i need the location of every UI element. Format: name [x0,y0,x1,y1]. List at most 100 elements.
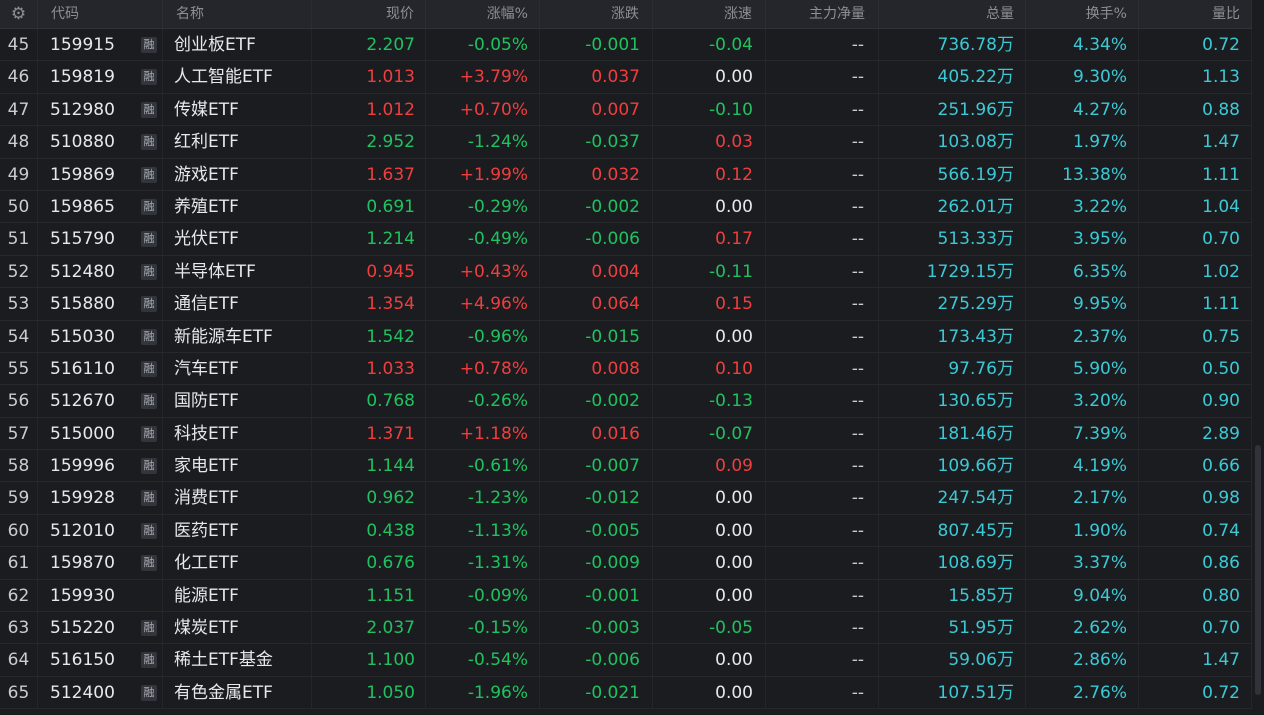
security-name: 游戏ETF [163,158,312,191]
table-row[interactable]: 57 515000 科技ETF 1.371 +1.18% 0.016 -0.07 -- 181.… [0,417,1252,451]
main-net-flow: -- [766,547,879,580]
change-percent: -1.23% [426,482,540,515]
total-volume: 513.33万 [879,223,1026,256]
turnover-percent: 9.04% [1026,579,1139,612]
security-name: 创业板ETF [163,29,312,61]
row-index: 65 [0,676,38,709]
turnover-percent: 2.37% [1026,320,1139,353]
table-row[interactable]: 48 510880 红利ETF 2.952 -1.24% -0.037 0.03 -- 103.… [0,126,1252,159]
row-index: 64 [0,644,38,677]
change-speed: 0.00 [653,482,766,515]
volume-ratio: 0.72 [1139,29,1252,61]
price-change: -0.015 [540,320,653,353]
security-name: 有色金属ETF [163,676,312,709]
margin-trading-badge: 融 [141,69,157,86]
table-row[interactable]: 60 512010 医药ETF 0.438 -1.13% -0.005 0.00 -- 807.… [0,514,1252,548]
column-header-volume[interactable]: 总量 [879,0,1026,28]
table-row[interactable]: 64 516150 稀土ETF基金 1.100 -0.54% -0.006 0.00 -- 59… [0,644,1252,677]
row-index: 56 [0,385,38,418]
security-code: 159930 [38,579,163,612]
change-percent: +0.43% [426,255,540,288]
table-row[interactable]: 49 159869 游戏ETF 1.637 +1.99% 0.032 0.12 -- 566.1… [0,158,1252,191]
margin-trading-badge: 融 [141,37,157,53]
row-index: 62 [0,579,38,612]
total-volume: 405.22万 [879,61,1026,94]
total-volume: 262.01万 [879,190,1026,223]
table-row[interactable]: 46 159819 人工智能ETF 1.013 +3.79% 0.037 0.00 -- 405… [0,61,1252,94]
margin-trading-badge: 融 [141,555,157,572]
change-speed: -0.10 [653,93,766,126]
main-net-flow: -- [766,61,879,94]
table-row[interactable]: 54 515030 新能源车ETF 1.542 -0.96% -0.015 0.00 -- 17… [0,320,1252,353]
table-row[interactable]: 59 159928 消费ETF 0.962 -1.23% -0.012 0.00 -- 247.… [0,482,1252,515]
vertical-scrollbar[interactable] [1252,0,1264,715]
security-name: 半导体ETF [163,255,312,288]
current-price: 0.945 [312,255,426,288]
volume-ratio: 1.11 [1139,288,1252,321]
main-net-flow: -- [766,158,879,191]
table-row[interactable]: 63 515220 煤炭ETF 2.037 -0.15% -0.003 -0.05 -- 51.… [0,612,1252,645]
main-net-flow: -- [766,417,879,450]
main-net-flow: -- [766,320,879,353]
volume-ratio: 1.47 [1139,126,1252,159]
security-name: 养殖ETF [163,190,312,223]
column-header-main-net-flow[interactable]: 主力净量 [766,0,879,28]
change-speed: 0.09 [653,450,766,483]
change-percent: -0.54% [426,644,540,677]
gear-icon[interactable]: ⚙ [0,0,38,28]
table-row[interactable]: 45 159915 创业板ETF 2.207 -0.05% -0.001 -0.04 -- 73… [0,29,1252,62]
column-header-speed[interactable]: 涨速 [653,0,766,28]
column-header-volume-ratio[interactable]: 量比 [1139,0,1252,28]
change-percent: -0.26% [426,385,540,418]
table-row[interactable]: 53 515880 通信ETF 1.354 +4.96% 0.064 0.15 -- 275.2… [0,288,1252,321]
margin-trading-badge: 融 [141,522,157,539]
table-row[interactable]: 56 512670 国防ETF 0.768 -0.26% -0.002 -0.13 -- 130… [0,385,1252,418]
column-header-name[interactable]: 名称 [163,0,312,28]
turnover-percent: 3.95% [1026,223,1139,256]
change-speed: -0.13 [653,385,766,418]
table-row[interactable]: 65 512400 有色金属ETF 1.050 -1.96% -0.021 0.00 -- 10… [0,676,1252,710]
total-volume: 109.66万 [879,450,1026,483]
table-row[interactable]: 47 512980 传媒ETF 1.012 +0.70% 0.007 -0.10 -- 251.… [0,93,1252,127]
column-header-change-pct[interactable]: 涨幅% [426,0,540,28]
margin-trading-badge: 融 [141,393,157,410]
table-row[interactable]: 50 159865 养殖ETF 0.691 -0.29% -0.002 0.00 -- 262.… [0,190,1252,224]
volume-ratio: 0.88 [1139,93,1252,126]
change-percent: -0.29% [426,190,540,223]
change-speed: 0.03 [653,126,766,159]
main-net-flow: -- [766,352,879,385]
table-row[interactable]: 55 516110 汽车ETF 1.033 +0.78% 0.008 0.10 -- 97.76… [0,352,1252,386]
column-header-code[interactable]: 代码 [38,0,163,28]
table-row[interactable]: 61 159870 化工ETF 0.676 -1.31% -0.009 0.00 -- 108.… [0,547,1252,580]
margin-trading-badge: 融 [141,458,157,475]
current-price: 0.962 [312,482,426,515]
table-row[interactable]: 58 159996 家电ETF 1.144 -0.61% -0.007 0.09 -- 109.… [0,450,1252,483]
current-price: 1.354 [312,288,426,321]
main-net-flow: -- [766,29,879,61]
table-row[interactable]: 52 512480 半导体ETF 0.945 +0.43% 0.004 -0.11 -- 172… [0,255,1252,289]
main-net-flow: -- [766,126,879,159]
scrollbar-thumb[interactable] [1255,445,1261,695]
total-volume: 1729.15万 [879,255,1026,288]
volume-ratio: 0.80 [1139,579,1252,612]
main-net-flow: -- [766,255,879,288]
price-change: -0.002 [540,190,653,223]
column-header-change[interactable]: 涨跌 [540,0,653,28]
change-percent: -0.49% [426,223,540,256]
row-index: 53 [0,288,38,321]
security-name: 化工ETF [163,547,312,580]
table-row[interactable]: 51 515790 光伏ETF 1.214 -0.49% -0.006 0.17 -- 513.… [0,223,1252,256]
margin-trading-badge: 融 [141,263,157,280]
main-net-flow: -- [766,579,879,612]
row-index: 61 [0,547,38,580]
current-price: 2.207 [312,29,426,61]
turnover-percent: 2.62% [1026,612,1139,645]
security-name: 能源ETF [163,579,312,612]
column-header-turnover-pct[interactable]: 换手% [1026,0,1139,28]
column-header-price[interactable]: 现价 [312,0,426,28]
change-percent: +4.96% [426,288,540,321]
change-percent: -0.09% [426,579,540,612]
row-index: 51 [0,223,38,256]
table-row[interactable]: 62 159930 能源ETF 1.151 -0.09% -0.001 0.00 -- 15.8… [0,579,1252,613]
turnover-percent: 7.39% [1026,417,1139,450]
